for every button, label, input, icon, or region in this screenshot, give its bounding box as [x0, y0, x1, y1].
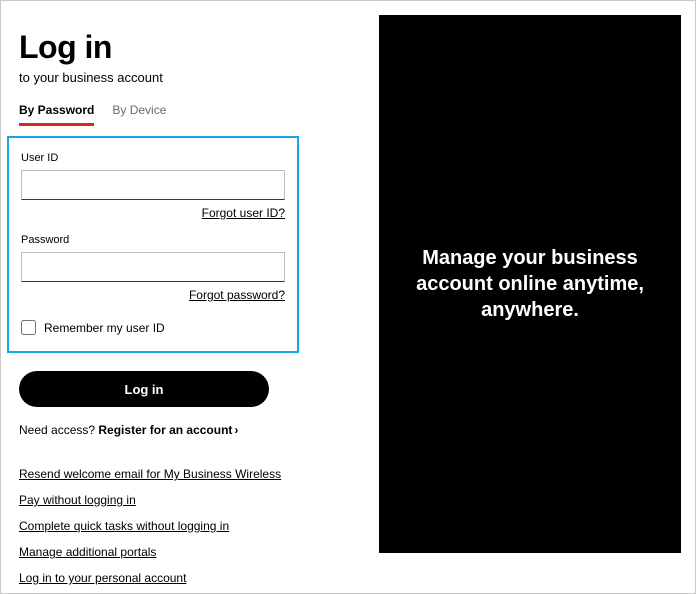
forgot-password-link[interactable]: Forgot password?: [21, 288, 285, 302]
pay-without-login-link[interactable]: Pay without logging in: [19, 493, 136, 507]
helper-links: Resend welcome email for My Business Wir…: [19, 467, 339, 585]
password-label: Password: [21, 234, 285, 246]
manage-portals-link[interactable]: Manage additional portals: [19, 545, 156, 559]
remember-row[interactable]: Remember my user ID: [21, 320, 285, 335]
login-page: Log in to your business account By Passw…: [0, 0, 696, 594]
register-link-label: Register for an account: [98, 423, 232, 437]
remember-checkbox[interactable]: [21, 320, 36, 335]
page-title: Log in: [19, 29, 339, 66]
credentials-box: User ID Forgot user ID? Password Forgot …: [7, 136, 299, 353]
tab-by-password[interactable]: By Password: [19, 103, 94, 126]
user-id-input[interactable]: [21, 170, 285, 200]
need-access-text: Need access?: [19, 423, 98, 437]
password-wrap: Password Forgot password?: [21, 234, 285, 302]
chevron-right-icon: ›: [234, 423, 238, 437]
register-row: Need access? Register for an account›: [19, 423, 339, 437]
password-input[interactable]: [21, 252, 285, 282]
user-id-label: User ID: [21, 152, 285, 164]
register-link[interactable]: Register for an account›: [98, 423, 238, 437]
promo-text: Manage your business account online anyt…: [379, 245, 681, 323]
resend-welcome-link[interactable]: Resend welcome email for My Business Wir…: [19, 467, 281, 481]
tab-by-device[interactable]: By Device: [112, 103, 166, 126]
forgot-user-id-link[interactable]: Forgot user ID?: [21, 206, 285, 220]
promo-panel: Manage your business account online anyt…: [379, 15, 681, 553]
login-button[interactable]: Log in: [19, 371, 269, 407]
quick-tasks-link[interactable]: Complete quick tasks without logging in: [19, 519, 229, 533]
remember-label: Remember my user ID: [44, 321, 165, 335]
login-tabs: By Password By Device: [19, 103, 339, 126]
login-panel: Log in to your business account By Passw…: [19, 29, 339, 585]
page-subtitle: to your business account: [19, 70, 339, 85]
personal-account-link[interactable]: Log in to your personal account: [19, 571, 186, 585]
